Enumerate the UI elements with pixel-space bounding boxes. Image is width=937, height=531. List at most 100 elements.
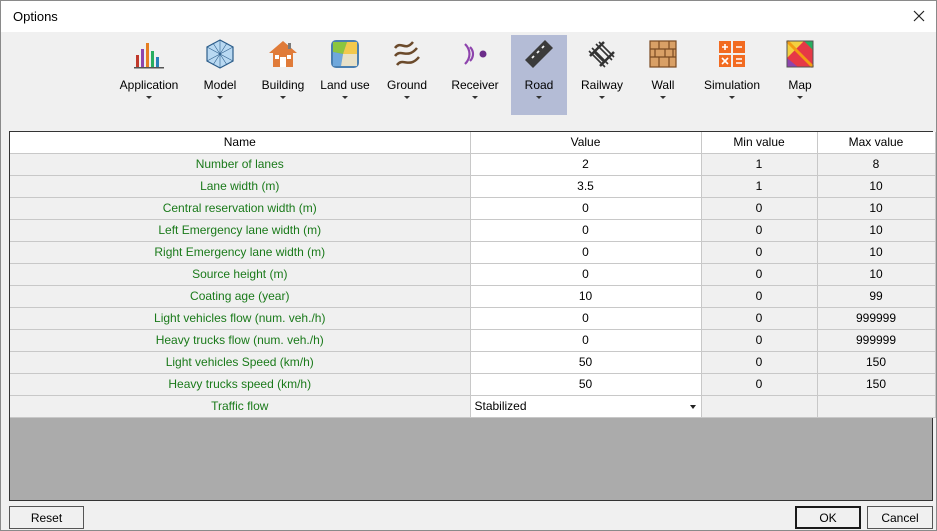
property-value-input[interactable]: 0 xyxy=(470,263,702,286)
property-max-value: 150 xyxy=(817,373,936,396)
property-min-value: 0 xyxy=(701,197,818,220)
tab-building[interactable]: Building xyxy=(258,35,308,115)
header-name[interactable]: Name xyxy=(10,132,471,154)
tab-road[interactable]: Road xyxy=(511,35,567,115)
calculator-icon xyxy=(716,38,748,70)
chevron-down-icon xyxy=(599,96,605,99)
property-min-value: 0 xyxy=(701,285,818,308)
property-max-value: 10 xyxy=(817,175,936,198)
property-max-value: 8 xyxy=(817,153,936,176)
tab-application-label: Application xyxy=(119,78,179,92)
property-name: Coating age (year) xyxy=(10,285,471,308)
header-value[interactable]: Value xyxy=(470,132,702,154)
property-max-value: 10 xyxy=(817,197,936,220)
table-row: Number of lanes 2 1 8 xyxy=(10,153,936,176)
property-max-value xyxy=(817,395,936,418)
chevron-down-icon xyxy=(146,96,152,99)
property-value-input[interactable]: 0 xyxy=(470,307,702,330)
tab-map[interactable]: Map xyxy=(779,35,821,115)
tab-railway[interactable]: Railway xyxy=(575,35,629,115)
table-row: Lane width (m) 3.5 1 10 xyxy=(10,175,936,198)
table-header-row: Name Value Min value Max value xyxy=(10,132,936,154)
tab-land-use[interactable]: Land use xyxy=(319,35,371,115)
chevron-down-icon xyxy=(660,96,666,99)
property-value-input[interactable]: 3.5 xyxy=(470,175,702,198)
property-value-input[interactable]: 0 xyxy=(470,241,702,264)
property-value-input[interactable]: 2 xyxy=(470,153,702,176)
tab-simulation-label: Simulation xyxy=(703,78,761,92)
railway-icon xyxy=(586,38,618,70)
tab-application[interactable]: Application xyxy=(118,35,180,115)
tab-ground-label: Ground xyxy=(386,78,428,92)
property-name: Light vehicles flow (num. veh./h) xyxy=(10,307,471,330)
model-icon xyxy=(204,38,236,70)
chevron-down-icon xyxy=(729,96,735,99)
table-row: Central reservation width (m) 0 0 10 xyxy=(10,197,936,220)
property-min-value: 0 xyxy=(701,241,818,264)
property-max-value: 150 xyxy=(817,351,936,374)
options-dialog: Options Application Model Building Land … xyxy=(0,0,937,531)
property-min-value: 0 xyxy=(701,329,818,352)
title-bar: Options xyxy=(1,1,936,32)
property-name: Left Emergency lane width (m) xyxy=(10,219,471,242)
receiver-icon xyxy=(459,38,491,70)
table-row: Light vehicles flow (num. veh./h) 0 0 99999… xyxy=(10,307,936,330)
table-row: Light vehicles Speed (km/h) 50 0 150 xyxy=(10,351,936,374)
tab-wall[interactable]: Wall xyxy=(639,35,687,115)
road-properties-table: Name Value Min value Max value Number of… xyxy=(10,132,936,418)
property-name: Traffic flow xyxy=(10,395,471,418)
table-row: Heavy trucks speed (km/h) 50 0 150 xyxy=(10,373,936,396)
table-row: Source height (m) 0 0 10 xyxy=(10,263,936,286)
chevron-down-icon xyxy=(536,96,542,99)
tab-road-label: Road xyxy=(524,78,554,92)
house-icon xyxy=(267,38,299,70)
property-max-value: 10 xyxy=(817,241,936,264)
table-row: Right Emergency lane width (m) 0 0 10 xyxy=(10,241,936,264)
land-use-icon xyxy=(329,38,361,70)
tab-simulation[interactable]: Simulation xyxy=(701,35,763,115)
road-icon xyxy=(523,38,555,70)
header-min-value[interactable]: Min value xyxy=(701,132,818,154)
property-max-value: 10 xyxy=(817,219,936,242)
property-value-input[interactable]: 50 xyxy=(470,351,702,374)
close-button[interactable] xyxy=(906,4,932,28)
property-value-input[interactable]: 10 xyxy=(470,285,702,308)
header-max-value[interactable]: Max value xyxy=(817,132,936,154)
dropdown-arrow-icon[interactable] xyxy=(689,404,696,409)
category-toolbar: Application Model Building Land use Grou… xyxy=(1,32,936,124)
map-icon xyxy=(784,38,816,70)
tab-model-label: Model xyxy=(203,78,237,92)
chevron-down-icon xyxy=(472,96,478,99)
property-value-input[interactable]: 0 xyxy=(470,197,702,220)
tab-receiver[interactable]: Receiver xyxy=(447,35,503,115)
property-value-input[interactable]: 0 xyxy=(470,329,702,352)
close-icon xyxy=(913,10,925,22)
reset-button[interactable]: Reset xyxy=(9,506,84,529)
property-name: Central reservation width (m) xyxy=(10,197,471,220)
property-name: Source height (m) xyxy=(10,263,471,286)
dialog-title: Options xyxy=(13,9,58,24)
wall-icon xyxy=(647,38,679,70)
chevron-down-icon xyxy=(280,96,286,99)
property-min-value: 0 xyxy=(701,263,818,286)
tab-model[interactable]: Model xyxy=(195,35,245,115)
tab-ground[interactable]: Ground xyxy=(382,35,432,115)
tab-receiver-label: Receiver xyxy=(451,78,499,92)
table-row: Traffic flow Stabilized xyxy=(10,395,936,418)
chevron-down-icon xyxy=(404,96,410,99)
traffic-flow-select[interactable]: Stabilized xyxy=(470,395,702,418)
property-max-value: 999999 xyxy=(817,329,936,352)
cancel-button[interactable]: Cancel xyxy=(867,506,933,529)
tab-railway-label: Railway xyxy=(580,78,623,92)
property-min-value: 1 xyxy=(701,175,818,198)
tab-wall-label: Wall xyxy=(651,78,675,92)
property-min-value: 0 xyxy=(701,351,818,374)
property-value-input[interactable]: 50 xyxy=(470,373,702,396)
property-min-value: 0 xyxy=(701,373,818,396)
select-value: Stabilized xyxy=(474,399,527,413)
property-value-input[interactable]: 0 xyxy=(470,219,702,242)
property-name: Number of lanes xyxy=(10,153,471,176)
ok-button[interactable]: OK xyxy=(795,506,861,529)
property-min-value xyxy=(701,395,818,418)
property-max-value: 10 xyxy=(817,263,936,286)
